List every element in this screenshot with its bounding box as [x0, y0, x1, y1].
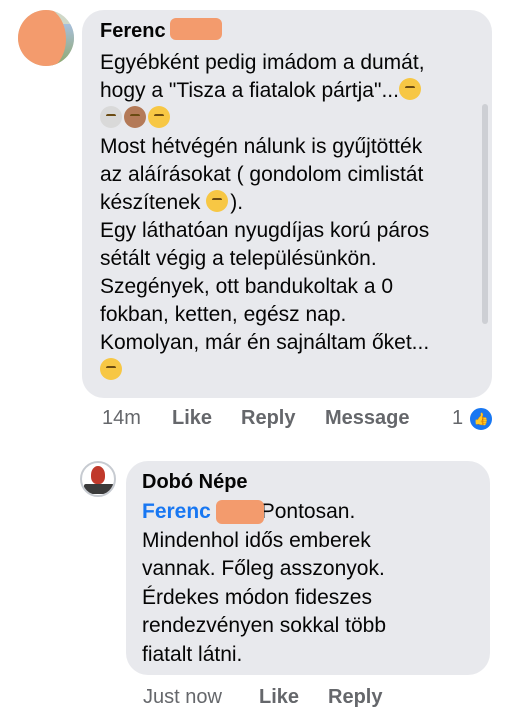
- reply-like-button[interactable]: Like: [259, 684, 299, 710]
- reply-reply-button[interactable]: Reply: [328, 684, 382, 710]
- thinking-face-icon: [206, 190, 229, 212]
- commenter-avatar[interactable]: [18, 10, 74, 66]
- comment-line: [100, 357, 485, 385]
- comment-line: Komolyan, már én sajnáltam őket...: [100, 331, 430, 354]
- page-logo-mark: [84, 484, 114, 494]
- reply-text: Ferenc Pontosan. Mindenhol idős emberek …: [142, 498, 482, 669]
- comment-line: készítenek ).: [100, 190, 244, 214]
- message-button[interactable]: Message: [325, 405, 410, 431]
- confused-face-icon: [100, 358, 122, 380]
- comment-line: Szegények, ott bandukoltak a 0: [100, 275, 394, 298]
- comment-text: Egyébként pedig imádom a dumát, hogy a "…: [100, 49, 485, 385]
- comment-timestamp[interactable]: 14m: [102, 405, 141, 431]
- reply-line: Ferenc Pontosan.: [142, 500, 356, 523]
- reaction-count[interactable]: 1: [452, 405, 463, 431]
- comment-line: hogy a "Tisza a fiatalok pártja"...: [100, 77, 485, 105]
- reply-line: vannak. Főleg asszonyok.: [142, 557, 385, 580]
- comment-line: az aláírásokat ( gondolom cimlistát: [100, 163, 424, 186]
- person-facepalm-icon: [124, 106, 146, 128]
- reply-button[interactable]: Reply: [241, 405, 295, 431]
- reply-line: rendezvényen sokkal több: [142, 614, 386, 637]
- comment-line: sétált végig a településünkön.: [100, 247, 377, 270]
- reply-line: Érdekes módon fideszes: [142, 585, 372, 609]
- comment-line: Most hétvégén nálunk is gyűjtötték: [100, 135, 423, 158]
- flushed-face-icon: [398, 78, 421, 100]
- avatar-redaction: [18, 10, 66, 66]
- flame-logo-icon: [91, 466, 105, 484]
- reply-timestamp[interactable]: Just now: [143, 684, 222, 710]
- reply-line: fiatalt látni.: [142, 642, 243, 666]
- comment-line: Egyébként pedig imádom a dumát,: [100, 51, 425, 74]
- comment-line: [100, 105, 485, 133]
- eye-roll-face-icon: [100, 106, 122, 128]
- name-redaction: [170, 18, 222, 40]
- comment-line: fokban, ketten, egész nap.: [100, 303, 347, 326]
- comment-author[interactable]: Ferenc: [100, 19, 166, 43]
- thinking-face-icon: [148, 106, 170, 128]
- comment-line: Egy láthatóan nyugdíjas korú páros: [100, 219, 430, 242]
- mention-redaction: [216, 500, 264, 524]
- reply-author[interactable]: Dobó Népe: [142, 470, 248, 494]
- page-avatar[interactable]: [80, 461, 116, 497]
- like-button[interactable]: Like: [172, 405, 212, 431]
- reply-line: Mindenhol idős emberek: [142, 528, 371, 552]
- mention-link[interactable]: Ferenc: [142, 500, 211, 523]
- scrollbar[interactable]: [482, 104, 488, 324]
- thumbs-up-icon[interactable]: 👍: [468, 406, 494, 432]
